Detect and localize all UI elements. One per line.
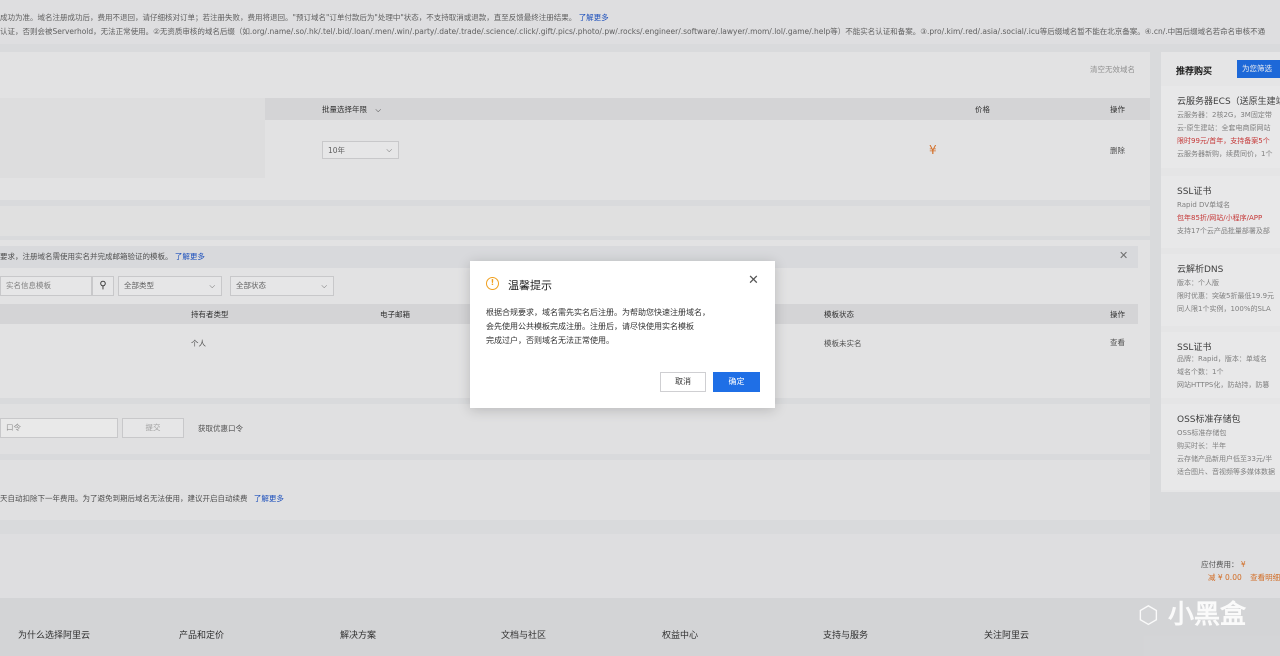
logo-icon: ⬡ xyxy=(1138,601,1159,629)
warning-icon: ! xyxy=(486,277,499,290)
dialog-line-3: 完成过户，否则域名无法正常使用。 xyxy=(486,336,614,345)
dialog-line-1: 根据合规要求，域名需先实名后注册。为帮助您快速注册域名， xyxy=(486,308,710,317)
close-icon[interactable]: ✕ xyxy=(748,273,759,288)
dialog-title: 温馨提示 xyxy=(508,279,552,292)
dialog-line-2: 会先使用公共模板完成注册。注册后，请尽快使用实名模板 xyxy=(486,322,694,331)
cancel-button[interactable]: 取消 xyxy=(660,372,706,392)
dialog-body: 根据合规要求，域名需先实名后注册。为帮助您快速注册域名， 会先使用公共模板完成注… xyxy=(486,306,761,348)
confirm-button[interactable]: 确定 xyxy=(713,372,760,392)
watermark-logo: ⬡ 小黑盒 xyxy=(1138,594,1248,634)
watermark-text: 小黑盒 xyxy=(1168,600,1247,630)
notice-dialog: ! 温馨提示 ✕ 根据合规要求，域名需先实名后注册。为帮助您快速注册域名， 会先… xyxy=(470,261,775,408)
